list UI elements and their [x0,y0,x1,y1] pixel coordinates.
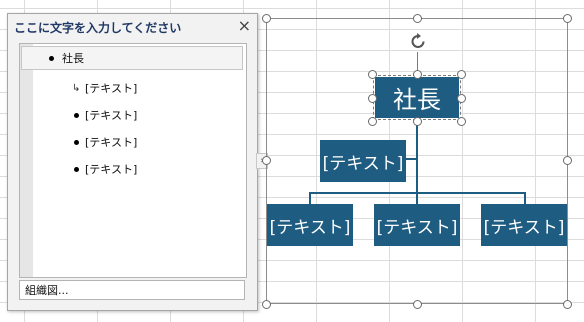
text-pane-title: ここに文字を入力してください [14,21,182,35]
shape-resize-handle[interactable] [413,70,422,79]
list-item-label: [テキスト] [85,82,138,95]
bullet-icon [74,112,79,118]
arrow-bullet-icon: ↳ [72,82,81,94]
resize-handle[interactable] [262,300,271,309]
resize-handle[interactable] [563,156,572,165]
list-item-label: [テキスト] [85,163,138,176]
connector-line [309,192,311,204]
shape-resize-handle[interactable] [457,94,466,103]
resize-handle[interactable] [262,156,271,165]
bullet-icon [74,166,79,172]
shape-resize-handle[interactable] [457,117,466,126]
list-item[interactable]: [テキスト] [21,103,243,127]
connector-line [524,192,526,204]
resize-handle[interactable] [413,300,422,309]
org-chart-child-shape[interactable]: [テキスト] [374,204,460,246]
connector-line [406,158,418,160]
smartart-type-link[interactable]: 組織図... [19,280,245,300]
org-chart-child-shape[interactable]: [テキスト] [481,204,567,246]
close-icon[interactable]: × [238,16,251,36]
shape-resize-handle[interactable] [413,117,422,126]
list-item[interactable]: [テキスト] [21,130,243,154]
list-item-label: 社長 [62,52,84,65]
shape-resize-handle[interactable] [457,70,466,79]
list-item-label: [テキスト] [85,109,138,122]
org-chart-assistant-shape[interactable]: [テキスト] [320,140,406,182]
list-item[interactable]: [テキスト] [21,157,243,181]
resize-handle[interactable] [413,14,422,23]
shape-selection-box [373,75,461,120]
list-item[interactable]: ↳ [テキスト] [21,76,243,100]
shape-resize-handle[interactable] [368,117,377,126]
resize-handle[interactable] [563,14,572,23]
shape-resize-handle[interactable] [368,94,377,103]
smartart-text-pane: ここに文字を入力してください × 社長 ↳ [テキスト] [テキスト] [テキス… [7,13,258,311]
bullet-icon [74,139,79,145]
list-item[interactable]: 社長 [21,46,243,70]
connector-line [416,192,418,204]
org-chart-child-shape[interactable]: [テキスト] [267,204,353,246]
shape-resize-handle[interactable] [368,70,377,79]
bullet-icon [49,55,54,61]
resize-handle[interactable] [563,300,572,309]
text-pane-list: 社長 ↳ [テキスト] [テキスト] [テキスト] [テキスト] [19,43,247,278]
resize-handle[interactable] [262,14,271,23]
rotate-icon[interactable] [408,32,428,52]
rotate-connector [417,52,418,70]
list-item-label: [テキスト] [85,136,138,149]
